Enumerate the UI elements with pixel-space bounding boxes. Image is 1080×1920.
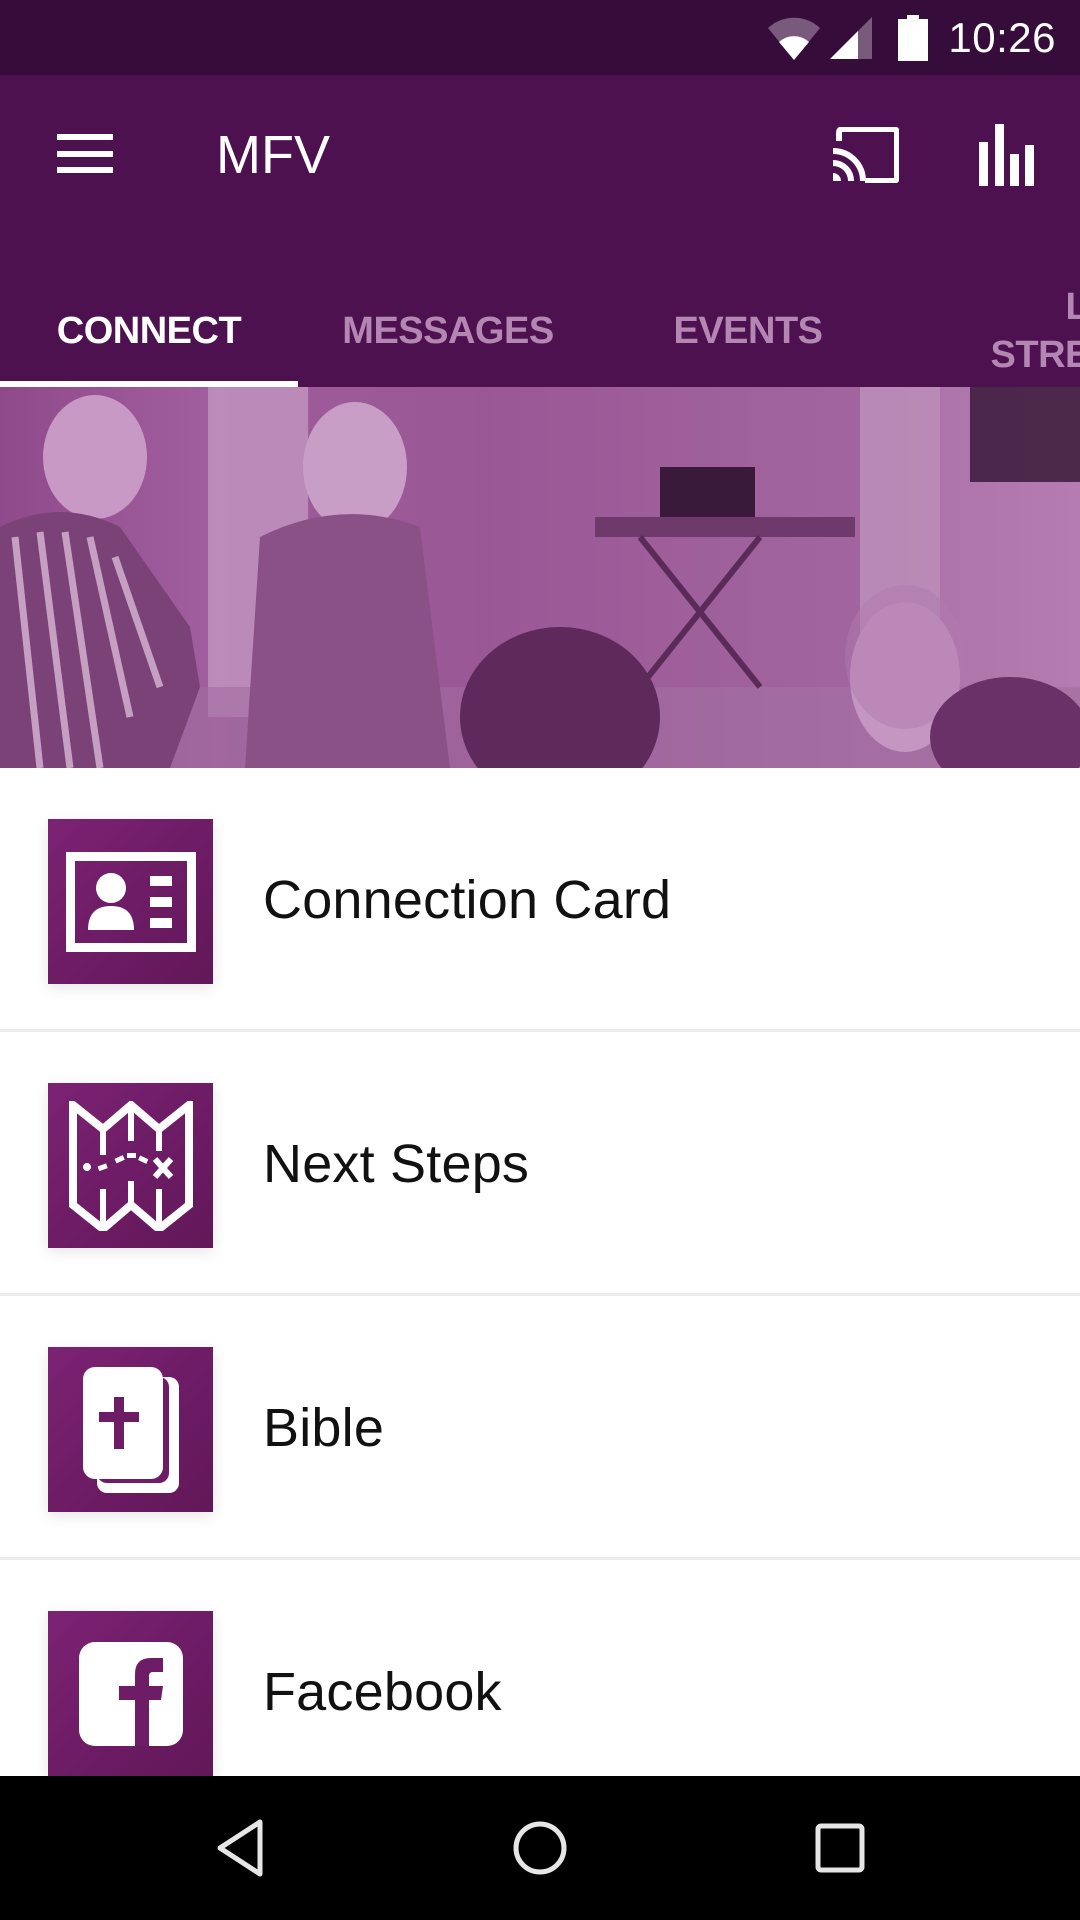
- tab-label: MESSAGES: [342, 310, 554, 352]
- list-item-connection-card[interactable]: Connection Card: [0, 768, 1080, 1032]
- icon-tile: [48, 1347, 213, 1512]
- hamburger-menu-icon: [57, 134, 113, 173]
- tab-messages[interactable]: MESSAGES: [298, 275, 598, 387]
- list-item-label: Bible: [263, 1398, 385, 1458]
- list-item-label: Connection Card: [263, 870, 672, 930]
- list-item-bible[interactable]: Bible: [0, 1296, 1080, 1560]
- person-body: [245, 514, 450, 768]
- back-icon: [217, 1819, 263, 1877]
- cell-signal-icon: [830, 16, 873, 59]
- recents-button[interactable]: [780, 1806, 900, 1890]
- bar-chart-icon: [979, 124, 1034, 186]
- home-icon: [513, 1821, 567, 1875]
- music-stand: [660, 467, 755, 522]
- list-item-next-steps[interactable]: Next Steps: [0, 1032, 1080, 1296]
- facebook-icon: [78, 1641, 183, 1746]
- system-nav-bar: [0, 1776, 1080, 1920]
- app-bar: MFV CONNECT MESSAGES EVENTS LIVE STREAM: [0, 75, 1080, 387]
- connect-list: Connection Card Next Steps Bible Faceboo…: [0, 768, 1080, 1824]
- wifi-icon: [768, 17, 821, 60]
- music-stand: [970, 387, 1080, 482]
- status-icons: 10:26: [766, 0, 1080, 75]
- banner-image: [0, 387, 1080, 768]
- status-time: 10:26: [948, 13, 1056, 61]
- back-button[interactable]: [180, 1806, 300, 1890]
- person-head: [303, 402, 407, 532]
- icon-tile: [48, 1083, 213, 1248]
- tab-label: LIVE STREAM: [990, 286, 1080, 376]
- cast-icon: [832, 127, 899, 183]
- tab-label: EVENTS: [673, 310, 823, 352]
- recents-icon: [815, 1823, 865, 1873]
- cast-button[interactable]: [810, 105, 920, 205]
- keyboard: [595, 517, 855, 537]
- stats-button[interactable]: [952, 105, 1062, 205]
- person-body: [0, 512, 200, 768]
- app-title: MFV: [216, 125, 330, 185]
- list-item-label: Next Steps: [263, 1134, 530, 1194]
- home-button[interactable]: [480, 1806, 600, 1890]
- menu-button[interactable]: [30, 105, 140, 205]
- tab-events[interactable]: EVENTS: [598, 275, 898, 387]
- banner-photo: [0, 387, 1080, 768]
- tab-connect[interactable]: CONNECT: [0, 275, 298, 387]
- status-bar: 10:26: [0, 0, 1080, 75]
- tab-label: CONNECT: [56, 310, 242, 352]
- tab-bar: CONNECT MESSAGES EVENTS LIVE STREAM: [0, 275, 1080, 387]
- contact-card-icon: [65, 851, 196, 952]
- icon-tile: [48, 1611, 213, 1776]
- icon-tile: [48, 819, 213, 984]
- tab-live-stream[interactable]: LIVE STREAM: [898, 275, 1080, 387]
- treasure-map-icon: [68, 1100, 193, 1231]
- battery-icon: [898, 14, 929, 61]
- bible-icon: [82, 1366, 179, 1493]
- person-head: [43, 395, 147, 519]
